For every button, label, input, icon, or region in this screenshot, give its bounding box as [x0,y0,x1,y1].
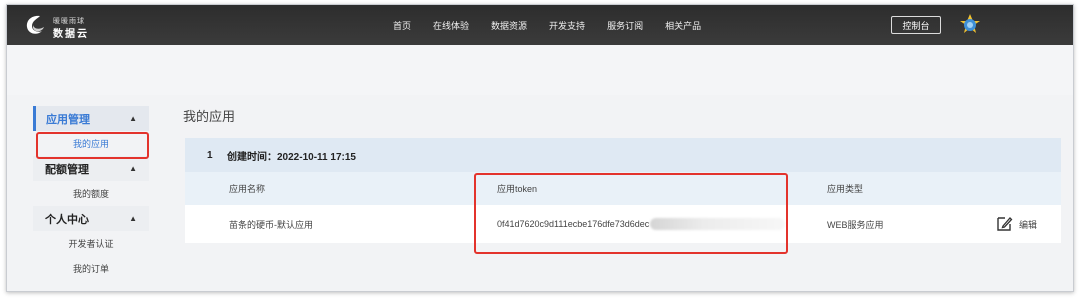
column-app-token: 应用token [497,184,538,194]
main-nav: 首页 在线体验 数据资源 开发支持 服务订阅 相关产品 [393,5,723,45]
app-window: 暖暖雨球 数据云 首页 在线体验 数据资源 开发支持 服务订阅 相关产品 控制台… [6,4,1074,292]
sidebar-item-developer-verification[interactable]: 开发者认证 [33,231,149,256]
sidebar-group-personal-center[interactable]: 个人中心 ▲ [33,206,149,231]
logo-title: 数据云 [53,29,89,40]
sidebar-item-my-orders[interactable]: 我的订单 [33,256,149,281]
nav-home[interactable]: 首页 [393,19,411,32]
console-button[interactable]: 控制台 [891,16,941,34]
nav-dev-support[interactable]: 开发支持 [549,19,585,32]
sidebar-group-app-management[interactable]: 应用管理 ▲ [33,106,149,131]
app-token-cell[interactable]: 0f41d7620c9d111ecbe176dfe73d6dec [497,205,786,243]
chevron-up-icon: ▲ [129,114,137,123]
app-card-header: 1 创建时间：2022-10-11 17:15 [185,138,1061,172]
nav-related-products[interactable]: 相关产品 [665,19,701,32]
logo-icon [26,15,44,34]
nav-service-subscription[interactable]: 服务订阅 [607,19,643,32]
app-created-time: 创建时间：2022-10-11 17:15 [227,151,356,163]
top-navigation-bar: 暖暖雨球 数据云 首页 在线体验 数据资源 开发支持 服务订阅 相关产品 控制台 [7,5,1073,45]
page-title: 我的应用 [183,109,236,124]
app-name-cell: 苗条的硬币-默认应用 [229,219,313,230]
edit-label: 编辑 [1019,219,1038,230]
chevron-up-icon: ▲ [129,214,137,223]
sidebar-group-quota-management[interactable]: 配额管理 ▲ [33,156,149,181]
sidebar: 应用管理 ▲ 我的应用 配额管理 ▲ 我的额度 个人中心 ▲ 开发者认证 我的订… [33,106,149,281]
chevron-up-icon: ▲ [129,164,137,173]
nav-data-resources[interactable]: 数据资源 [491,19,527,32]
table-row: 苗条的硬币-默认应用 0f41d7620c9d111ecbe176dfe73d6… [185,205,1061,243]
app-index: 1 [207,149,213,161]
sidebar-group-label: 个人中心 [45,213,89,226]
edit-icon [997,217,1013,231]
nav-online-demo[interactable]: 在线体验 [433,19,469,32]
column-app-type: 应用类型 [827,184,864,194]
site-logo[interactable]: 暖暖雨球 数据云 [23,12,113,40]
user-avatar-icon[interactable] [959,13,981,35]
table-header: 应用名称 应用token 应用类型 [185,172,1061,205]
token-redaction [650,218,786,230]
sidebar-item-my-apps[interactable]: 我的应用 [33,131,149,156]
header-band [7,45,1073,95]
app-token-value: 0f41d7620c9d111ecbe176dfe73d6dec [497,219,650,229]
column-app-name: 应用名称 [229,184,266,194]
sidebar-item-my-quota[interactable]: 我的额度 [33,181,149,206]
sidebar-group-label: 配额管理 [45,163,89,176]
app-type-cell: WEB服务应用 [827,219,884,230]
edit-button[interactable]: 编辑 [995,205,1037,243]
main-content: 我的应用 1 创建时间：2022-10-11 17:15 应用名称 应用toke… [183,103,1061,243]
sidebar-group-label: 应用管理 [46,113,90,126]
